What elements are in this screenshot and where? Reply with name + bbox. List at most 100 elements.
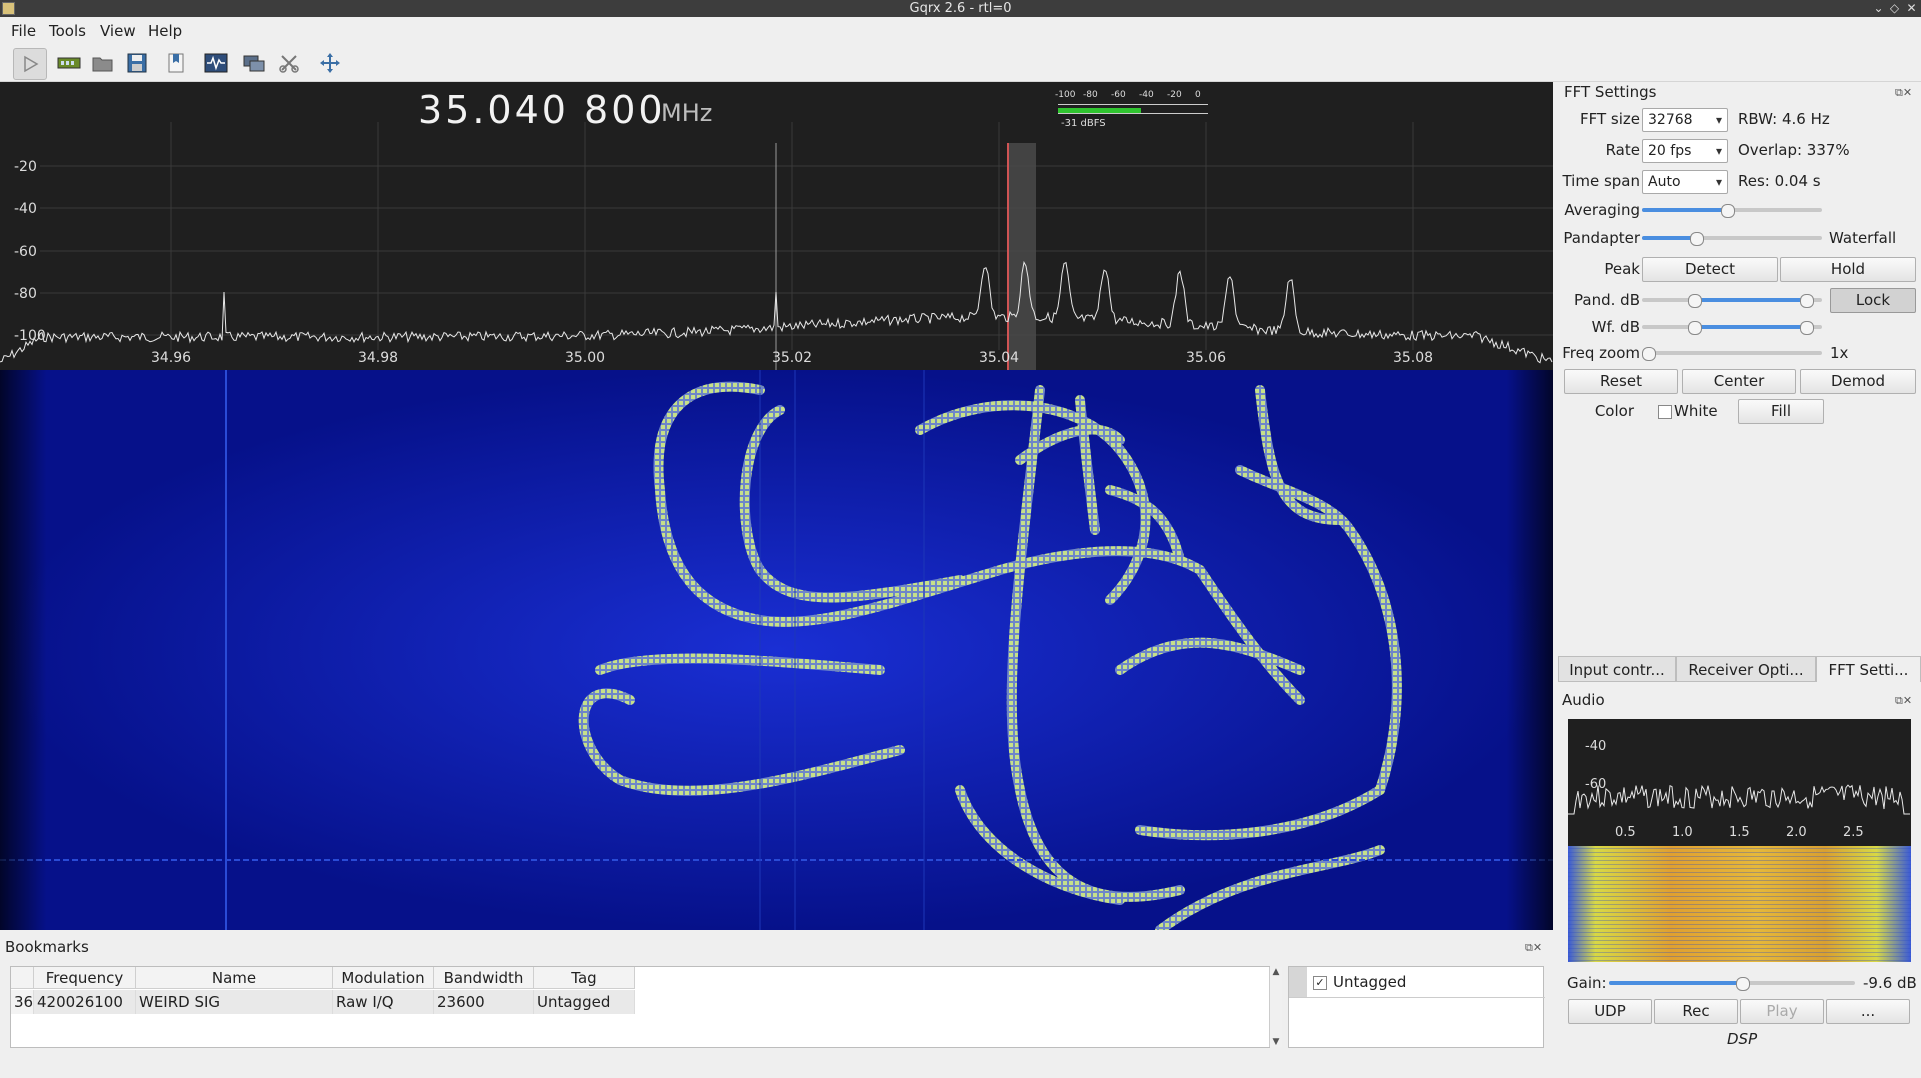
table-cell-frequency[interactable]: 420026100 [34, 990, 136, 1014]
play-icon [24, 55, 39, 73]
pand-db-range-slider[interactable] [1642, 291, 1822, 309]
menu-tools[interactable]: Tools [49, 22, 86, 40]
waterfall-display[interactable] [0, 370, 1553, 930]
tab-receiver-options[interactable]: Receiver Opti... [1676, 656, 1816, 682]
expand-arrows-icon [320, 53, 340, 73]
table-cell-name[interactable]: WEIRD SIG [136, 990, 333, 1014]
menu-file[interactable]: File [11, 22, 36, 40]
fill-button[interactable]: Fill [1738, 399, 1824, 424]
bookmark-button[interactable] [160, 48, 192, 78]
rec-button[interactable]: Rec [1654, 999, 1738, 1024]
start-dsp-button[interactable] [13, 48, 47, 80]
hold-button[interactable]: Hold [1780, 257, 1916, 282]
save-file-button[interactable] [121, 48, 153, 78]
scissors-icon [279, 55, 299, 73]
x-tick-label: 35.08 [1393, 350, 1433, 366]
udp-button[interactable]: UDP [1568, 999, 1652, 1024]
iq-recorder-button[interactable] [200, 48, 232, 78]
spectrum-plot[interactable]: -20 -40 -60 -80 -100 34.96 34.98 35.00 35.02 35.0… [0, 82, 1553, 370]
column-header-frequency[interactable]: Frequency [34, 967, 136, 989]
demod-button[interactable]: Demod [1800, 369, 1916, 394]
configure-device-button[interactable] [53, 48, 85, 78]
signal-meter: -100 -80 -60 -40 -20 0 -31 dBFS [1055, 90, 1215, 130]
dock-float-close-icon[interactable]: ⧉✕ [1895, 86, 1912, 100]
fullscreen-button[interactable] [314, 48, 346, 78]
fft-size-combo[interactable]: 32768 [1642, 108, 1728, 132]
maximize-icon[interactable]: ◇ [1887, 1, 1902, 16]
column-header-tag[interactable]: Tag [534, 967, 635, 989]
toolbar [0, 44, 1921, 82]
audio-waterfall-canvas [1568, 846, 1911, 962]
y-tick-label: -40 [14, 201, 37, 217]
center-button[interactable]: Center [1682, 369, 1796, 394]
fft-size-label: FFT size [1579, 110, 1640, 128]
x-tick-label: 35.04 [979, 350, 1019, 366]
meter-tick-label: 0 [1195, 90, 1201, 100]
column-header-name[interactable]: Name [136, 967, 333, 989]
gain-slider[interactable] [1609, 974, 1855, 992]
y-tick-label: -60 [14, 244, 37, 260]
timespan-label: Time span [1562, 172, 1640, 190]
audio-y-tick: -60 [1585, 777, 1607, 792]
audio-x-tick: 2.5 [1843, 825, 1864, 840]
timespan-combo[interactable]: Auto [1642, 170, 1728, 194]
minimize-icon[interactable]: ⌄ [1871, 1, 1886, 16]
bookmarks-dock-buttons-icon[interactable]: ⧉✕ [1525, 941, 1542, 955]
frequency-unit: MHz [661, 99, 713, 127]
averaging-slider[interactable] [1642, 201, 1822, 219]
column-header-modulation[interactable]: Modulation [333, 967, 434, 989]
reset-button[interactable]: Reset [1564, 369, 1678, 394]
pandapter-waterfall-slider[interactable] [1642, 229, 1822, 247]
frequency-readout[interactable]: 35.040 800 [418, 88, 666, 132]
x-tick-label: 35.00 [565, 350, 605, 366]
column-header-bandwidth[interactable]: Bandwidth [434, 967, 534, 989]
y-tick-label: -80 [14, 286, 37, 302]
network-icon [243, 55, 265, 72]
detect-button[interactable]: Detect [1642, 257, 1778, 282]
waterfall-canvas[interactable] [0, 370, 1553, 930]
table-cell-bandwidth[interactable]: 23600 [434, 990, 534, 1014]
tab-fft-settings[interactable]: FFT Setti... [1816, 656, 1921, 682]
remote-control-button[interactable] [238, 48, 270, 78]
menu-help[interactable]: Help [148, 22, 182, 40]
rate-combo[interactable]: 20 fps [1642, 139, 1728, 163]
menu-view[interactable]: View [100, 22, 136, 40]
wf-db-label: Wf. dB [1591, 318, 1640, 336]
pand-db-label: Pand. dB [1574, 291, 1640, 309]
untagged-checkbox[interactable]: ✓ [1313, 976, 1327, 990]
peak-label: Peak [1604, 260, 1640, 278]
rate-label: Rate [1605, 141, 1640, 159]
cut-button[interactable] [273, 48, 305, 78]
rbw-value: RBW: 4.6 Hz [1738, 110, 1830, 128]
spectrum-canvas[interactable]: -20 -40 -60 -80 -100 34.96 34.98 35.00 35.02 35.0… [0, 82, 1553, 370]
x-tick-label: 35.02 [772, 350, 812, 366]
audio-options-button[interactable]: ... [1826, 999, 1910, 1024]
scroll-down-icon: ▼ [1272, 1037, 1280, 1047]
folder-icon [92, 57, 113, 72]
table-cell-tag[interactable]: Untagged [534, 990, 635, 1014]
close-icon[interactable]: ✕ [1904, 1, 1919, 16]
bookmarks-scrollbar[interactable]: ▲ ▼ [1269, 967, 1282, 1047]
freq-zoom-value: 1x [1830, 344, 1849, 362]
bookmarks-table: Frequency Name Modulation Bandwidth Tag … [10, 966, 1282, 1048]
freq-zoom-slider[interactable] [1642, 344, 1822, 362]
window-title: Gqrx 2.6 - rtl=0 [909, 1, 1012, 16]
wf-db-range-slider[interactable] [1642, 318, 1822, 336]
y-tick-label: -100 [14, 328, 46, 344]
audio-spectrum-plot[interactable]: -40 -60 0.5 1.0 1.5 2.0 2.5 [1568, 719, 1911, 846]
bookmarks-title: Bookmarks [5, 938, 89, 956]
menu-bar: File Tools View Help [0, 17, 1921, 44]
play-button[interactable]: Play [1740, 999, 1824, 1024]
audio-x-tick: 1.5 [1729, 825, 1750, 840]
lock-button[interactable]: Lock [1830, 288, 1916, 313]
white-checkbox[interactable] [1658, 405, 1672, 419]
audio-dock-buttons-icon[interactable]: ⧉✕ [1895, 694, 1912, 708]
open-file-button[interactable] [87, 48, 119, 78]
untagged-label: Untagged [1333, 973, 1407, 991]
meter-tick-label: -60 [1111, 90, 1126, 100]
tab-input-controls[interactable]: Input contr... [1558, 656, 1676, 682]
table-cell-modulation[interactable]: Raw I/Q [333, 990, 434, 1014]
audio-x-tick: 1.0 [1672, 825, 1693, 840]
app-icon [2, 2, 15, 15]
scroll-up-icon: ▲ [1272, 967, 1280, 977]
